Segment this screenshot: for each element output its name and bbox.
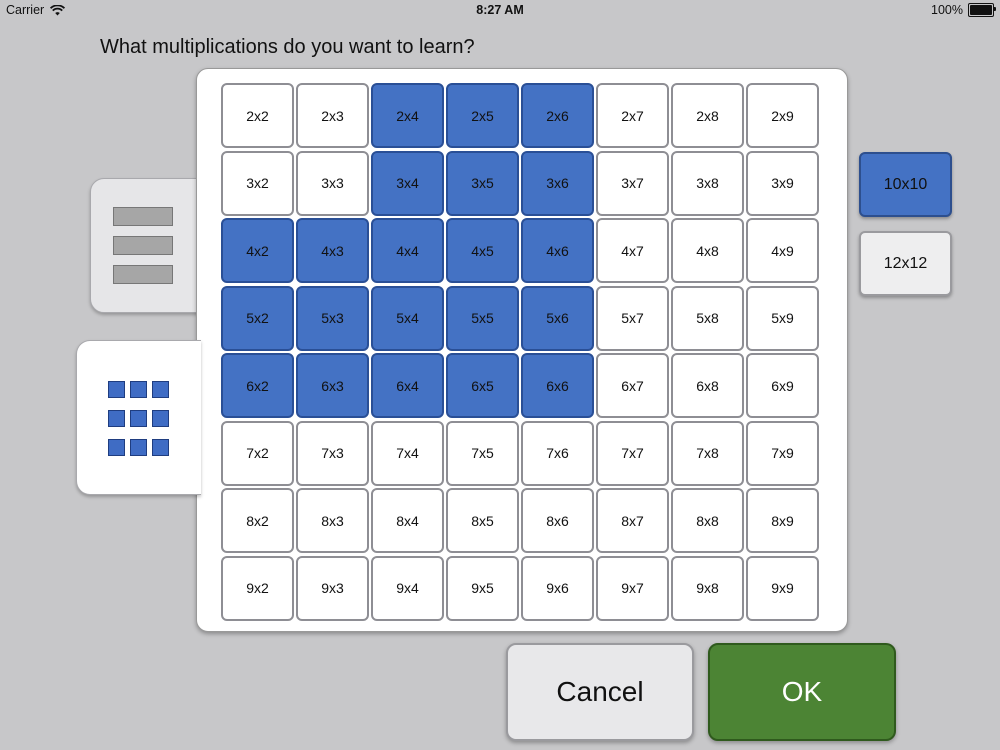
- battery: 100%: [931, 3, 996, 17]
- grid-cell[interactable]: 5x2: [221, 285, 294, 351]
- grid-cell[interactable]: 6x8: [671, 353, 744, 418]
- size-10x10-button[interactable]: 10x10: [859, 152, 952, 217]
- grid-cell[interactable]: 8x9: [746, 488, 819, 553]
- grid-cell[interactable]: 4x6: [521, 218, 594, 283]
- grid-cell[interactable]: 8x6: [521, 488, 594, 553]
- cancel-button[interactable]: Cancel: [506, 643, 694, 741]
- grid-cell[interactable]: 7x8: [671, 420, 744, 486]
- list-bar: [113, 207, 173, 226]
- grid-cell[interactable]: 3x9: [746, 150, 819, 216]
- grid-cell[interactable]: 6x3: [296, 353, 369, 418]
- grid-cell[interactable]: 4x7: [596, 218, 669, 283]
- battery-label: 100%: [931, 3, 963, 17]
- grid-icon-square: [152, 381, 169, 398]
- grid-cell[interactable]: 4x8: [671, 218, 744, 283]
- grid-cell[interactable]: 4x9: [746, 218, 819, 283]
- grid-cell[interactable]: 9x3: [296, 555, 369, 621]
- grid-cell[interactable]: 3x8: [671, 150, 744, 216]
- grid-icon-square: [108, 439, 125, 456]
- grid-cell[interactable]: 2x7: [596, 83, 669, 148]
- grid-cell[interactable]: 6x9: [746, 353, 819, 418]
- grid-cell[interactable]: 6x2: [221, 353, 294, 418]
- grid-icon-square: [108, 410, 125, 427]
- grid-cell[interactable]: 4x5: [446, 218, 519, 283]
- grid-icon-square: [152, 410, 169, 427]
- grid-cell[interactable]: 7x9: [746, 420, 819, 486]
- grid-cell[interactable]: 5x6: [521, 285, 594, 351]
- page-title: What multiplications do you want to lear…: [100, 36, 475, 58]
- tab-list-view[interactable]: [90, 178, 210, 313]
- grid-cell[interactable]: 9x9: [746, 555, 819, 621]
- grid-cell[interactable]: 4x2: [221, 218, 294, 283]
- grid-cell[interactable]: 5x7: [596, 285, 669, 351]
- grid-cell[interactable]: 3x6: [521, 150, 594, 216]
- size-12x12-button[interactable]: 12x12: [859, 231, 952, 296]
- status-time: 8:27 AM: [476, 3, 524, 17]
- grid-cell[interactable]: 3x7: [596, 150, 669, 216]
- grid-cell[interactable]: 2x8: [671, 83, 744, 148]
- grid-icon-square: [152, 439, 169, 456]
- grid-cell[interactable]: 5x3: [296, 285, 369, 351]
- grid-cell[interactable]: 5x8: [671, 285, 744, 351]
- grid-cell[interactable]: 6x5: [446, 353, 519, 418]
- status-bar: Carrier 8:27 AM 100%: [0, 0, 1000, 20]
- battery-icon: [968, 3, 996, 17]
- grid-icon-square: [108, 381, 125, 398]
- grid-cell[interactable]: 2x2: [221, 83, 294, 148]
- grid-cell[interactable]: 7x3: [296, 420, 369, 486]
- grid-cell[interactable]: 5x5: [446, 285, 519, 351]
- ok-button[interactable]: OK: [708, 643, 896, 741]
- grid-cell[interactable]: 9x2: [221, 555, 294, 621]
- grid-cell[interactable]: 2x6: [521, 83, 594, 148]
- grid-cell[interactable]: 5x9: [746, 285, 819, 351]
- grid-icon-square: [130, 381, 147, 398]
- list-bar: [113, 236, 173, 255]
- grid-cell[interactable]: 9x5: [446, 555, 519, 621]
- battery-fill: [970, 5, 992, 15]
- list-bar: [113, 265, 173, 284]
- grid-cell[interactable]: 4x4: [371, 218, 444, 283]
- grid-cell[interactable]: 7x2: [221, 420, 294, 486]
- grid-cell[interactable]: 3x3: [296, 150, 369, 216]
- grid-cell[interactable]: 9x7: [596, 555, 669, 621]
- grid-cell[interactable]: 6x4: [371, 353, 444, 418]
- grid-cell[interactable]: 8x7: [596, 488, 669, 553]
- grid-cell[interactable]: 9x4: [371, 555, 444, 621]
- multiplication-grid: 2x2 2x3 2x4 2x5 2x6 2x7 2x8 2x9 3x2 3x3 3x4 3x5 3x6 3…: [221, 83, 819, 621]
- grid-cell[interactable]: 7x4: [371, 420, 444, 486]
- grid-cell[interactable]: 6x7: [596, 353, 669, 418]
- grid-cell[interactable]: 6x6: [521, 353, 594, 418]
- tab-grid-view[interactable]: [76, 340, 201, 495]
- grid-cell[interactable]: 2x5: [446, 83, 519, 148]
- grid-cell[interactable]: 4x3: [296, 218, 369, 283]
- multiplication-panel: 2x2 2x3 2x4 2x5 2x6 2x7 2x8 2x9 3x2 3x3 3x4 3x5 3x6 3…: [196, 68, 848, 632]
- grid-cell[interactable]: 3x4: [371, 150, 444, 216]
- grid-cell[interactable]: 3x5: [446, 150, 519, 216]
- grid-cell[interactable]: 8x3: [296, 488, 369, 553]
- grid-cell[interactable]: 5x4: [371, 285, 444, 351]
- grid-cell[interactable]: 9x6: [521, 555, 594, 621]
- grid-cell[interactable]: 3x2: [221, 150, 294, 216]
- grid-cell[interactable]: 2x9: [746, 83, 819, 148]
- grid-cell[interactable]: 7x5: [446, 420, 519, 486]
- grid-cell[interactable]: 7x6: [521, 420, 594, 486]
- grid-cell[interactable]: 8x4: [371, 488, 444, 553]
- grid-cell[interactable]: 9x8: [671, 555, 744, 621]
- grid-icon-square: [130, 439, 147, 456]
- grid-cell[interactable]: 2x4: [371, 83, 444, 148]
- grid-cell[interactable]: 8x8: [671, 488, 744, 553]
- grid-cell[interactable]: 8x2: [221, 488, 294, 553]
- grid-cell[interactable]: 8x5: [446, 488, 519, 553]
- grid-cell[interactable]: 2x3: [296, 83, 369, 148]
- grid-icon-square: [130, 410, 147, 427]
- grid-cell[interactable]: 7x7: [596, 420, 669, 486]
